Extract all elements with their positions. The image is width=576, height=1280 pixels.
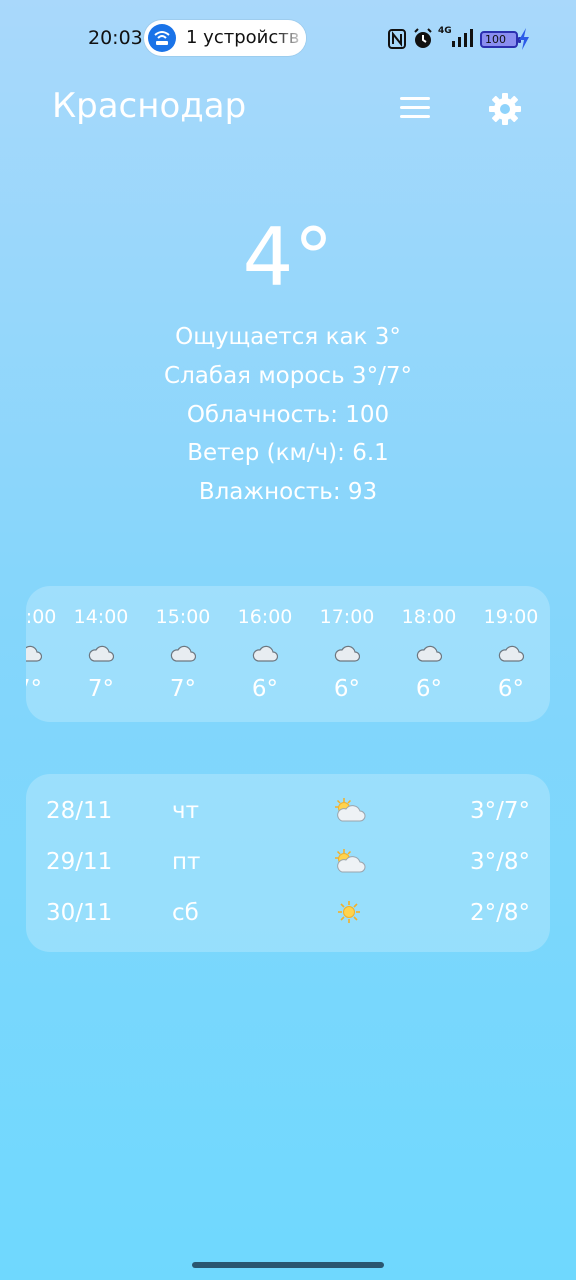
hour-temp: 6° bbox=[415, 676, 443, 702]
hourly-item: 15:00 7° bbox=[142, 586, 224, 722]
city-title: Краснодар bbox=[52, 86, 247, 126]
partly-cloudy-icon bbox=[335, 849, 366, 873]
wind-speed: Ветер (км/ч): 6.1 bbox=[187, 440, 389, 467]
alarm-icon bbox=[414, 28, 432, 48]
home-indicator[interactable] bbox=[192, 1262, 384, 1268]
day-date: 29/11 bbox=[46, 849, 113, 875]
cloud-icon bbox=[170, 645, 196, 662]
battery-level: 100 bbox=[485, 33, 506, 46]
current-details: Ощущается как 3° Слабая морось 3°/7° Обл… bbox=[0, 318, 576, 512]
gear-icon bbox=[489, 93, 521, 125]
cloud-icon bbox=[416, 645, 442, 662]
charging-icon bbox=[519, 28, 529, 50]
day-date: 28/11 bbox=[46, 798, 113, 824]
menu-button[interactable] bbox=[398, 94, 434, 122]
hour-time: 17:00 bbox=[319, 606, 375, 628]
network-type: 4G bbox=[438, 26, 452, 36]
hour-temp: 6° bbox=[251, 676, 279, 702]
daily-forecast: 28/11 чт 3°/7° 29/11 пт 3°/8° 30/11 сб 2… bbox=[26, 774, 550, 952]
signal-icon bbox=[452, 29, 473, 47]
hour-temp: 6° bbox=[497, 676, 525, 702]
hourly-item: 19:00 6° bbox=[470, 586, 550, 722]
hourly-item: 14:00 7° bbox=[60, 586, 142, 722]
status-bar: 20:03 1 устройств 4G 100 bbox=[0, 0, 576, 76]
cloud-icon bbox=[26, 645, 42, 662]
settings-button[interactable] bbox=[486, 90, 524, 128]
day-weekday: чт bbox=[172, 798, 199, 824]
hour-time: 14:00 bbox=[73, 606, 129, 628]
day-weekday: сб bbox=[172, 900, 199, 926]
cloud-icon bbox=[498, 645, 524, 662]
hourly-item: 16:00 6° bbox=[224, 586, 306, 722]
hour-time: 16:00 bbox=[237, 606, 293, 628]
day-date: 30/11 bbox=[46, 900, 113, 926]
daily-row[interactable]: 29/11 пт 3°/8° bbox=[26, 841, 550, 885]
day-temp-range: 2°/8° bbox=[469, 900, 530, 926]
feels-like: Ощущается как 3° bbox=[175, 324, 401, 350]
cloud-icon bbox=[334, 645, 360, 662]
weather-description: Слабая морось 3°/7° bbox=[164, 362, 412, 389]
partly-cloudy-icon bbox=[335, 798, 366, 822]
cloud-icon bbox=[88, 645, 114, 662]
battery-icon: 100 bbox=[480, 31, 521, 48]
daily-row[interactable]: 28/11 чт 3°/7° bbox=[26, 790, 550, 834]
hourly-item: 17:00 6° bbox=[306, 586, 388, 722]
humidity: Влажность: 93 bbox=[198, 479, 378, 506]
hour-temp: 7° bbox=[169, 676, 197, 702]
hour-temp: 7° bbox=[87, 676, 115, 702]
wifi-router-icon bbox=[148, 24, 176, 52]
hourly-forecast[interactable]: 13:00 7° 14:00 7° 15:00 7° 16:00 6° 17:0… bbox=[26, 586, 550, 722]
hour-temp: 6° bbox=[333, 676, 361, 702]
nfc-icon bbox=[388, 29, 406, 49]
sun-icon bbox=[338, 901, 360, 923]
cloud-icon bbox=[252, 645, 278, 662]
cast-devices-pill[interactable]: 1 устройств bbox=[144, 20, 306, 56]
daily-row[interactable]: 30/11 сб 2°/8° bbox=[26, 892, 550, 936]
hourly-item: 18:00 6° bbox=[388, 586, 470, 722]
hour-time: 19:00 bbox=[483, 606, 539, 628]
day-weekday: пт bbox=[172, 849, 201, 875]
cloudiness: Облачность: 100 bbox=[186, 401, 390, 428]
hour-time: 18:00 bbox=[401, 606, 457, 628]
day-temp-range: 3°/7° bbox=[469, 798, 530, 824]
current-temperature: 4° bbox=[242, 211, 334, 304]
day-temp-range: 3°/8° bbox=[469, 849, 530, 875]
hour-time: 15:00 bbox=[155, 606, 211, 628]
status-time: 20:03 bbox=[88, 27, 143, 49]
